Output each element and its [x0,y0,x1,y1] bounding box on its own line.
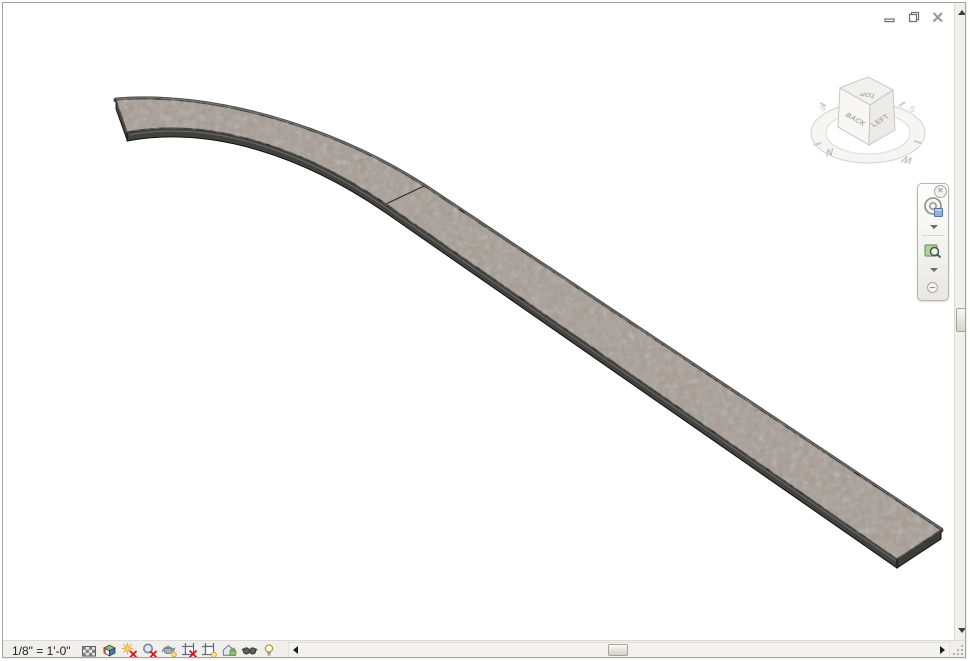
shadows-off-icon[interactable] [141,642,158,659]
restore-icon [907,10,921,24]
close-icon [931,10,945,24]
wheel-dropdown-caret[interactable] [930,225,938,229]
view-control-bar: 1/8" = 1'-0" [3,641,278,660]
bottom-bar: 1/8" = 1'-0" [3,640,967,659]
ramp-near-side-face [127,128,897,568]
full-navigation-wheel-button[interactable] [922,196,946,225]
resize-grip-icon [951,643,966,658]
visual-style-icon[interactable] [101,642,118,659]
compass-east[interactable]: E [817,103,827,114]
detail-level-icon[interactable] [81,642,98,659]
window-controls [881,8,947,26]
compass-north[interactable]: N [825,147,834,160]
navbar-minimize-icon[interactable] [927,282,938,293]
minimize-icon [883,10,897,24]
resize-grip[interactable] [951,643,966,658]
horizontal-scrollbar-thumb[interactable] [608,644,628,656]
scroll-up-arrow-icon[interactable] [958,10,966,15]
zoom-tool-button[interactable] [924,242,943,266]
vertical-scrollbar-thumb[interactable] [956,308,966,332]
zoom-dropdown-caret[interactable] [930,268,938,272]
full-navigation-wheel-icon [922,196,946,220]
horizontal-scrollbar[interactable] [288,642,950,658]
close-button[interactable] [929,8,947,26]
drawing-canvas[interactable]: N W E S TOP BACK LEFT ✕ [3,3,954,640]
navbar-separator [922,235,944,236]
show-rendering-dialog-icon[interactable] [161,642,178,659]
scroll-left-arrow-icon[interactable] [293,646,298,654]
zoom-icon [924,242,943,261]
vertical-scrollbar[interactable] [954,3,967,640]
revit-3d-view-window: N W E S TOP BACK LEFT ✕ [0,0,970,661]
sun-path-off-icon[interactable] [121,642,138,659]
show-crop-region-icon[interactable] [201,642,218,659]
compass-south[interactable]: S [907,103,917,114]
scroll-down-arrow-icon[interactable] [958,628,966,633]
restore-button[interactable] [905,8,923,26]
view-scale-button[interactable]: 1/8" = 1'-0" [12,644,78,658]
unlocked-3d-view-icon[interactable] [221,642,238,659]
ramp-near-side-highlight [129,131,896,561]
navigation-bar: ✕ [917,183,949,301]
crop-view-off-icon[interactable] [181,642,198,659]
scroll-right-arrow-icon[interactable] [940,646,945,654]
minimize-button[interactable] [881,8,899,26]
temporary-hide-isolate-icon[interactable] [241,642,258,659]
reveal-hidden-elements-icon[interactable] [261,642,278,659]
viewcube[interactable]: N W E S TOP BACK LEFT [808,71,933,171]
